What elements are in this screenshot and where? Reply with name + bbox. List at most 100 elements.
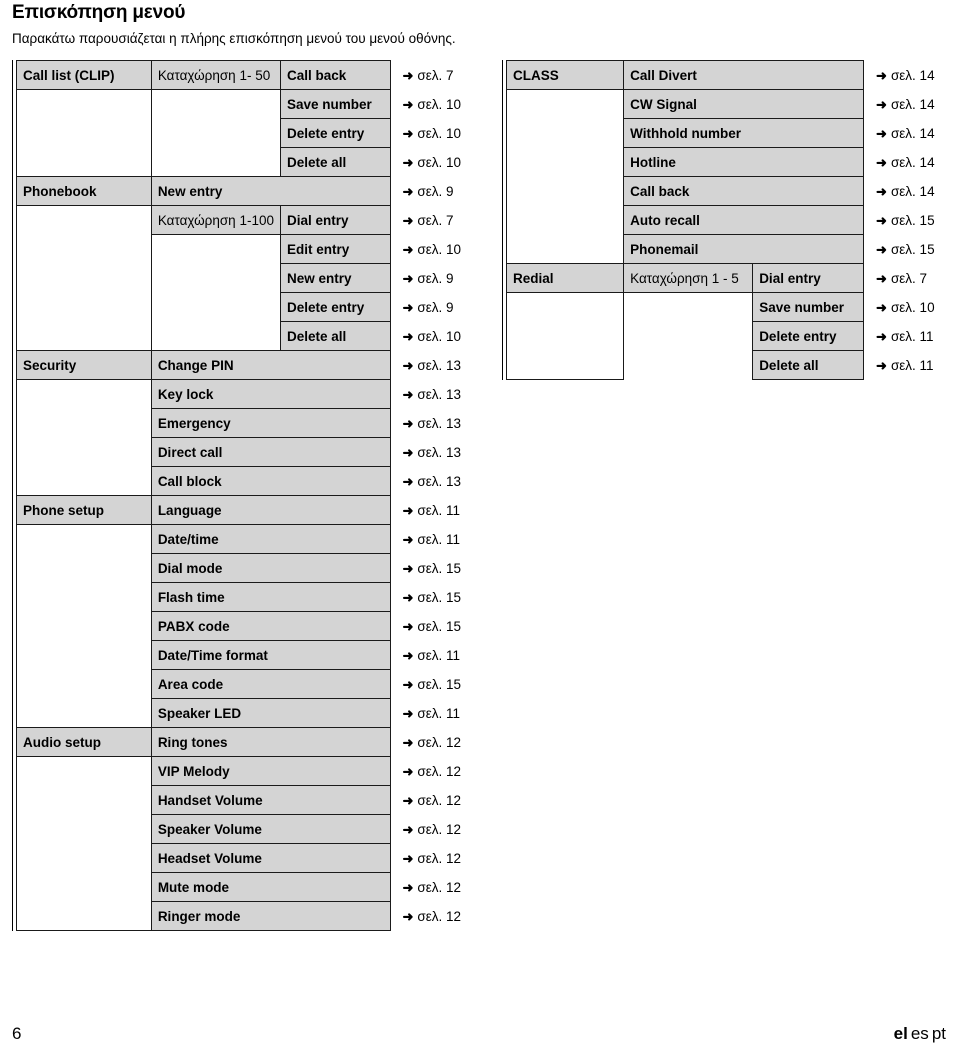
page-reference: ➜ σελ. 10 xyxy=(390,147,482,177)
page-reference-label: σελ. 9 xyxy=(417,183,454,199)
menu-level2-spacer xyxy=(150,263,281,293)
table-row: PABX code ➜ σελ. 15 xyxy=(16,611,482,641)
page-reference-label: σελ. 10 xyxy=(417,154,462,170)
page-reference-label: σελ. 12 xyxy=(417,879,462,895)
menu-level2-label: Dial mode xyxy=(150,553,391,583)
menu-level1-spacer xyxy=(16,205,152,235)
menu-level2-spacer xyxy=(623,350,753,380)
table-row: Handset Volume ➜ σελ. 12 xyxy=(16,785,482,815)
menu-level3-label: Delete entry xyxy=(752,321,865,351)
menu-level2-spacer xyxy=(150,89,281,119)
page-title: Επισκόπηση μενού xyxy=(12,2,186,23)
menu-level3-label: Save number xyxy=(279,89,391,119)
page-reference: ➜ σελ. 13 xyxy=(390,379,482,409)
menu-level2-label: Date/time xyxy=(150,524,391,554)
page-reference: ➜ σελ. 11 xyxy=(390,495,482,525)
menu-level3-label: New entry xyxy=(279,263,391,293)
page-reference-label: σελ. 12 xyxy=(417,850,462,866)
menu-level1-spacer xyxy=(505,176,625,206)
page-header: Επισκόπηση μενού Παρακάτω παρουσιάζεται … xyxy=(12,2,942,48)
menu-level1-spacer xyxy=(16,698,152,728)
page-reference: ➜ σελ. 7 xyxy=(390,205,482,235)
menu-level1-spacer xyxy=(16,466,152,496)
language-current: el xyxy=(893,1024,908,1043)
page-reference-label: σελ. 7 xyxy=(890,270,928,286)
menu-level1-spacer xyxy=(16,321,152,351)
menu-level1-spacer xyxy=(16,814,152,844)
menu-level2-label: Ring tones xyxy=(150,727,391,757)
table-row: Phonemail ➜ σελ. 15 xyxy=(505,234,952,264)
table-row: Emergency ➜ σελ. 13 xyxy=(16,408,482,438)
page-reference-label: σελ. 7 xyxy=(417,67,454,83)
menu-level2-label: VIP Melody xyxy=(150,756,391,786)
table-row: Date/Time format ➜ σελ. 11 xyxy=(16,640,482,670)
menu-level2-label: Speaker Volume xyxy=(150,814,391,844)
page-reference: ➜ σελ. 15 xyxy=(863,205,952,235)
arrow-right-icon: ➜ xyxy=(402,647,414,663)
page-reference-label: σελ. 11 xyxy=(890,328,934,344)
arrow-right-icon: ➜ xyxy=(402,270,414,286)
menu-level1-spacer xyxy=(16,118,152,148)
page-reference: ➜ σελ. 13 xyxy=(390,408,482,438)
menu-level1-label: Phone setup xyxy=(16,495,152,525)
arrow-right-icon: ➜ xyxy=(876,154,887,170)
arrow-right-icon: ➜ xyxy=(876,212,887,228)
language-indicator: el es pt xyxy=(894,1024,946,1044)
menu-level2-label: PABX code xyxy=(150,611,391,641)
page-reference-label: σελ. 15 xyxy=(890,212,935,228)
menu-level2-label: Hotline xyxy=(623,147,865,177)
menu-overview-table-right: CLASS Call Divert ➜ σελ. 14 CW Signal ➜ σελ. 1… xyxy=(502,60,952,380)
page-reference: ➜ σελ. 12 xyxy=(390,843,482,873)
menu-level1-spacer xyxy=(16,234,152,264)
arrow-right-icon: ➜ xyxy=(402,618,414,634)
table-row: VIP Melody ➜ σελ. 12 xyxy=(16,756,482,786)
table-row: Hotline ➜ σελ. 14 xyxy=(505,147,952,177)
page-reference: ➜ σελ. 9 xyxy=(390,176,482,206)
page-reference: ➜ σελ. 12 xyxy=(390,727,482,757)
menu-level1-spacer xyxy=(505,205,625,235)
page-reference-label: σελ. 13 xyxy=(417,444,462,460)
arrow-right-icon: ➜ xyxy=(402,705,414,721)
page-reference: ➜ σελ. 12 xyxy=(390,901,482,931)
menu-level2-label: Call back xyxy=(623,176,865,206)
arrow-right-icon: ➜ xyxy=(876,125,887,141)
page-reference: ➜ σελ. 14 xyxy=(863,118,952,148)
menu-level1-spacer xyxy=(16,843,152,873)
menu-level2-label: Ringer mode xyxy=(150,901,391,931)
page-reference-label: σελ. 13 xyxy=(417,473,462,489)
page-reference: ➜ σελ. 12 xyxy=(390,785,482,815)
menu-level1-spacer xyxy=(16,872,152,902)
page-number: 6 xyxy=(12,1024,22,1043)
table-left-outer-rule xyxy=(12,60,13,931)
menu-level2-spacer xyxy=(623,321,753,351)
page-subtitle: Παρακάτω παρουσιάζεται η πλήρης επισκόπη… xyxy=(12,31,456,46)
arrow-right-icon: ➜ xyxy=(876,328,887,344)
table-row: Edit entry ➜ σελ. 10 xyxy=(16,234,482,264)
page-reference: ➜ σελ. 10 xyxy=(390,89,482,119)
page-reference-label: σελ. 15 xyxy=(417,589,462,605)
arrow-right-icon: ➜ xyxy=(402,328,414,344)
page-reference: ➜ σελ. 12 xyxy=(390,872,482,902)
table-row: Delete entry ➜ σελ. 10 xyxy=(16,118,482,148)
menu-level2-label: Direct call xyxy=(150,437,391,467)
menu-level2-spacer xyxy=(150,147,281,177)
menu-level2-label: New entry xyxy=(150,176,391,206)
table-row: Delete entry ➜ σελ. 11 xyxy=(505,321,952,351)
menu-level2-label: Handset Volume xyxy=(150,785,391,815)
page-reference: ➜ σελ. 14 xyxy=(863,60,952,90)
table-row: Delete all ➜ σελ. 11 xyxy=(505,350,952,380)
table-row: Direct call ➜ σελ. 13 xyxy=(16,437,482,467)
arrow-right-icon: ➜ xyxy=(402,879,414,895)
page-reference-label: σελ. 12 xyxy=(417,792,462,808)
menu-level1-spacer xyxy=(505,292,625,322)
menu-level1-spacer xyxy=(16,524,152,554)
table-row: Withhold number ➜ σελ. 14 xyxy=(505,118,952,148)
menu-level2-label: Key lock xyxy=(150,379,391,409)
menu-level1-spacer xyxy=(505,234,625,264)
arrow-right-icon: ➜ xyxy=(402,241,414,257)
page-reference: ➜ σελ. 11 xyxy=(390,640,482,670)
arrow-right-icon: ➜ xyxy=(402,589,414,605)
menu-level2-label: Area code xyxy=(150,669,391,699)
page-reference: ➜ σελ. 11 xyxy=(863,350,952,380)
menu-level1-spacer xyxy=(16,553,152,583)
